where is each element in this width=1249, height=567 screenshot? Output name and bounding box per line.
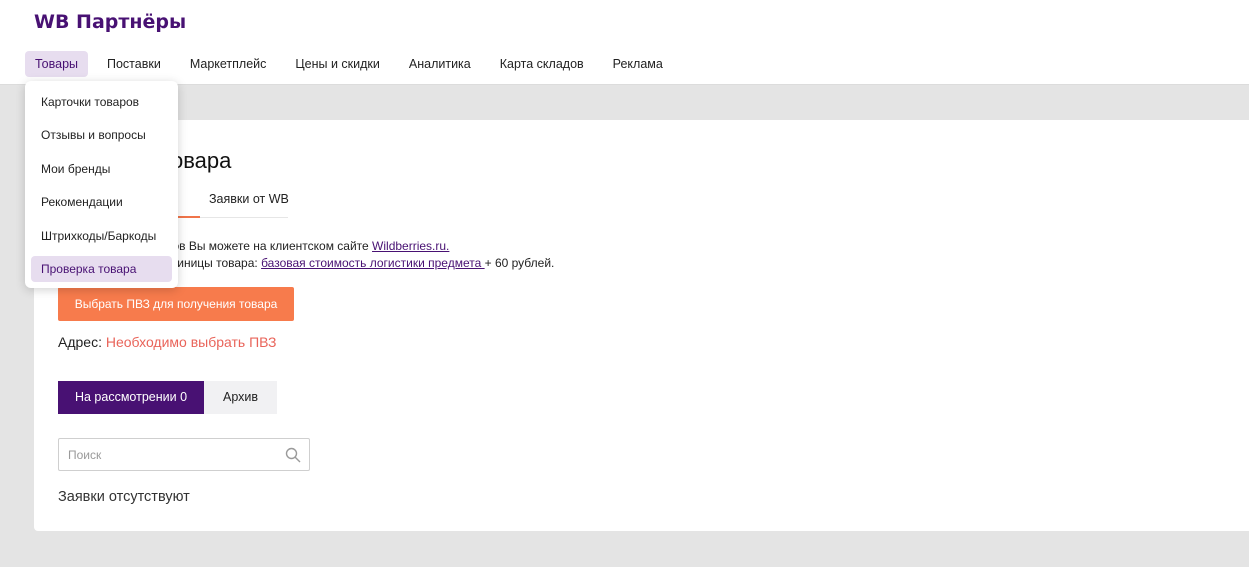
menu-item-product-cards[interactable]: Карточки товаров [31,89,172,115]
select-pvz-button[interactable]: Выбрать ПВЗ для получения товара [58,287,294,321]
nav-item-prices[interactable]: Цены и скидки [285,51,389,77]
menu-item-recommendations[interactable]: Рекомендации [31,189,172,215]
nav-item-marketplace[interactable]: Маркетплейс [180,51,277,77]
menu-item-barcodes[interactable]: Штрихкоды/Баркоды [31,223,172,249]
tab-under-review[interactable]: На рассмотрении 0 [58,381,204,414]
logistics-cost-link[interactable]: базовая стоимость логистики предмета [261,256,485,270]
address-label: Адрес: [58,334,102,350]
menu-item-reviews[interactable]: Отзывы и вопросы [31,122,172,148]
tab-archive[interactable]: Архив [204,381,277,414]
main-nav: Товары Поставки Маркетплейс Цены и скидк… [25,51,682,77]
top-header: WB Партнёры Товары Поставки Маркетплейс … [0,0,1249,85]
empty-state-text: Заявки отсутствуют [58,489,190,505]
address-warning: Необходимо выбрать ПВЗ [105,334,277,350]
nav-item-supplies[interactable]: Поставки [97,51,171,77]
menu-item-product-check[interactable]: Проверка товара [31,256,172,282]
search-icon[interactable] [285,447,301,463]
info-line-1: ратов Вы можете на клиентском сайте Wild… [154,238,554,255]
nav-item-ads[interactable]: Реклама [603,51,673,77]
search-input[interactable] [59,439,269,470]
info-text: ратов Вы можете на клиентском сайте Wild… [154,238,554,272]
app-logo[interactable]: WB Партнёры [34,11,186,33]
main-content-card: овара й Заявки от WB ратов Вы можете на … [34,120,1249,531]
address-line: Адрес: Необходимо выбрать ПВЗ [58,334,276,350]
info-line-2-suffix: + 60 рублей. [484,256,555,270]
info-line-1-text: ратов Вы можете на клиентском сайте [154,239,373,253]
request-status-tabs: На рассмотрении 0 Архив [58,381,277,414]
nav-item-analytics[interactable]: Аналитика [399,51,481,77]
page-title: овара [171,148,232,173]
products-dropdown-menu: Карточки товаров Отзывы и вопросы Мои бр… [25,81,178,288]
wildberries-link[interactable]: Wildberries.ru. [372,239,449,253]
menu-item-brands[interactable]: Мои бренды [31,156,172,182]
nav-item-warehouse-map[interactable]: Карта складов [490,51,594,77]
info-line-2: я единицы товара: базовая стоимость логи… [154,255,554,272]
subtab-wb-requests[interactable]: Заявки от WB [209,192,289,206]
search-box [58,438,310,471]
nav-item-products[interactable]: Товары [25,51,88,77]
